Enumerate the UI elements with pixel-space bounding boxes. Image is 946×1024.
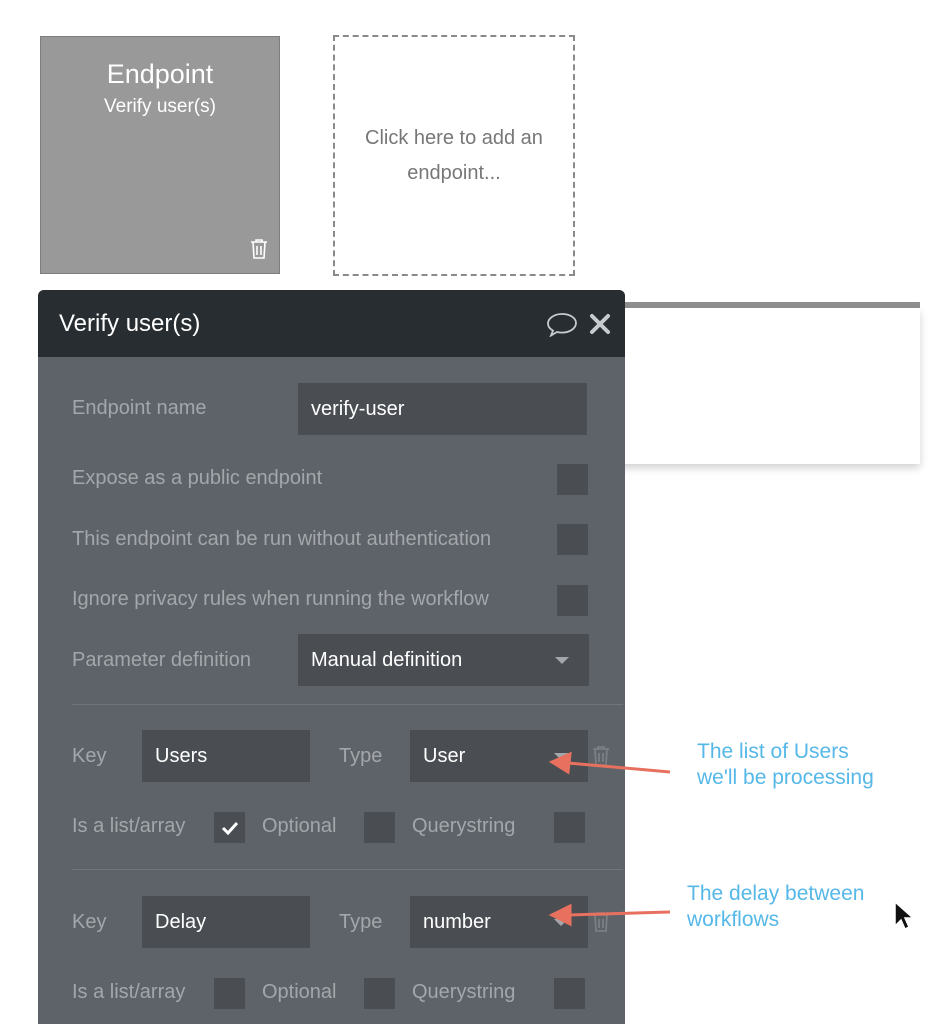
param-optional-label: Optional [262,981,337,1003]
trash-icon[interactable] [249,238,269,265]
param-key-label: Key [72,911,107,933]
ignore-privacy-checkbox[interactable] [557,585,588,616]
ignore-privacy-label: Ignore privacy rules when running the wo… [72,588,489,610]
annotation-arrowhead [548,751,572,775]
comment-icon[interactable] [545,311,579,337]
annotation-arrow [567,910,671,917]
endpoint-card-title: Endpoint [106,59,214,89]
add-endpoint-placeholder[interactable]: Click here to add an endpoint... [333,35,575,276]
annotation-arrowhead [548,903,572,927]
annotation-users: The list of Users we'll be processing [697,739,874,791]
no-auth-checkbox[interactable] [557,524,588,555]
annotation-line: The delay between [687,882,865,905]
panel-title: Verify user(s) [59,309,201,337]
annotation-delay: The delay between workflows [687,881,864,933]
panel-header: Verify user(s) [38,290,625,357]
annotation-line: The list of Users [697,740,849,763]
chevron-down-icon [555,657,569,664]
param-list-label: Is a list/array [72,981,186,1003]
param-querystring-label: Querystring [412,815,516,837]
property-editor-panel: Verify user(s) Endpoint name verify-user… [38,290,625,1024]
parameter-definition-label: Parameter definition [72,649,251,671]
param-list-label: Is a list/array [72,815,186,837]
divider [72,704,623,705]
param-querystring-label: Querystring [412,981,516,1003]
add-endpoint-text: Click here to add an endpoint... [365,126,543,184]
param-type-value: number [423,910,491,933]
param-key-input[interactable]: Users [142,730,310,782]
parameter-definition-value: Manual definition [311,648,463,671]
annotation-line: we'll be processing [697,766,874,789]
checkmark-icon [221,821,238,835]
annotation-arrow [567,761,671,774]
param-querystring-checkbox[interactable] [554,978,585,1009]
param-type-label: Type [339,911,383,933]
endpoint-name-label: Endpoint name [72,397,207,419]
param-optional-checkbox[interactable] [364,812,395,843]
parameter-definition-select[interactable]: Manual definition [298,634,589,686]
param-type-label: Type [339,745,383,767]
param-list-checkbox[interactable] [214,978,245,1009]
cursor-icon [894,900,915,931]
expose-public-label: Expose as a public endpoint [72,467,323,489]
param-key-input[interactable]: Delay [142,896,310,948]
close-icon[interactable] [589,313,611,335]
param-optional-checkbox[interactable] [364,978,395,1009]
endpoint-card-subtitle: Verify user(s) [104,96,216,117]
endpoint-name-input[interactable]: verify-user [298,383,587,435]
param-optional-label: Optional [262,815,337,837]
param-type-value: User [423,744,466,767]
no-auth-label: This endpoint can be run without authent… [72,528,492,550]
background-box [600,308,920,464]
param-list-checkbox[interactable] [214,812,245,843]
annotation-arrows [548,751,671,927]
expose-public-checkbox[interactable] [557,464,588,495]
param-key-label: Key [72,745,107,767]
endpoint-card[interactable]: Endpoint Verify user(s) [40,36,280,274]
annotation-line: workflows [687,908,780,931]
